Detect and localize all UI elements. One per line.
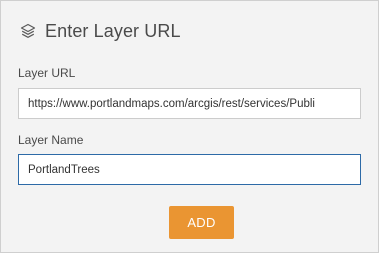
layer-url-label: Layer URL <box>18 66 76 80</box>
layer-name-input[interactable] <box>18 154 361 185</box>
layer-url-input[interactable] <box>18 88 361 119</box>
enter-layer-url-panel: Enter Layer URL Layer URL Layer Name ADD <box>0 0 379 253</box>
panel-header: Enter Layer URL <box>19 17 181 45</box>
layer-name-label: Layer Name <box>18 133 84 147</box>
add-button[interactable]: ADD <box>169 206 234 239</box>
panel-title: Enter Layer URL <box>45 20 181 41</box>
layers-icon <box>19 22 37 40</box>
